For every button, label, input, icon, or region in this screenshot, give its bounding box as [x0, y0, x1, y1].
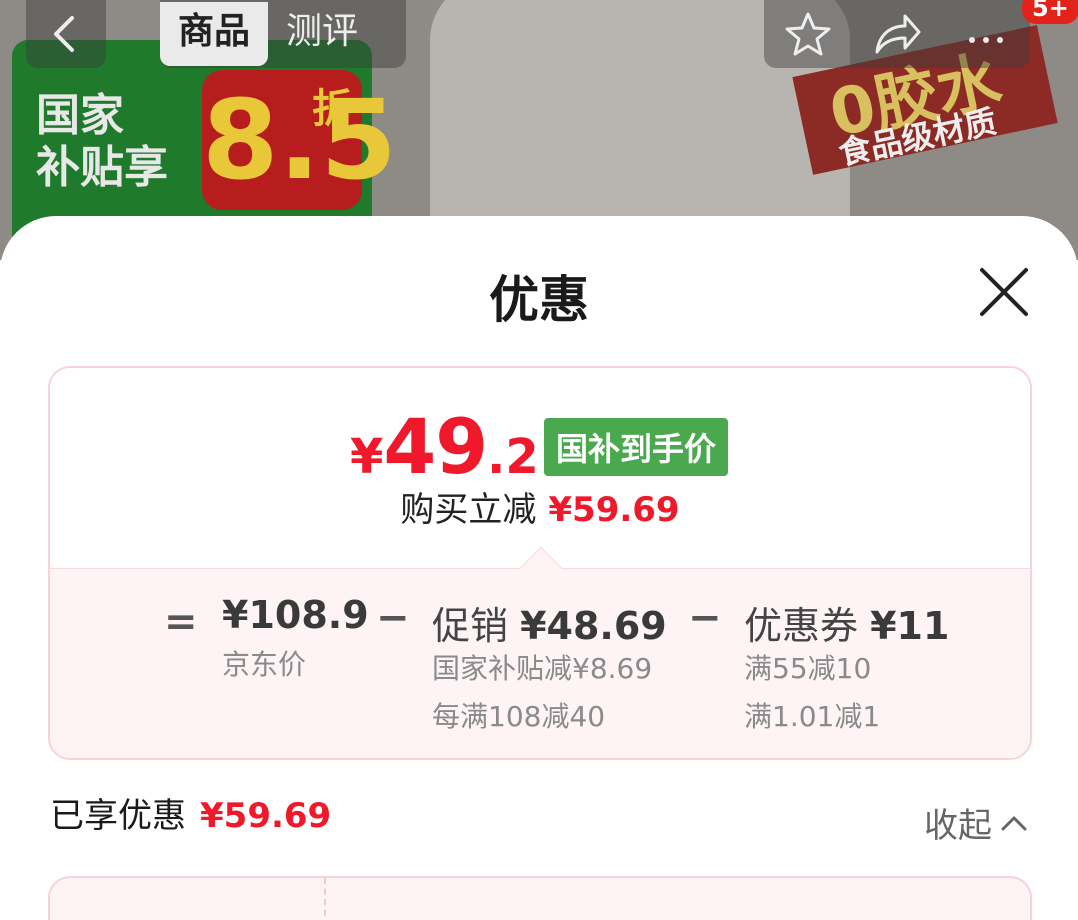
discount-sheet: 优惠 ¥49.21 国补到手价 购买立减 ¥59.69 = ¥108.9 京东价 …: [0, 216, 1078, 920]
price-breakdown-card: ¥49.21 国补到手价 购买立减 ¥59.69 = ¥108.9 京东价 − 促…: [48, 366, 1032, 760]
instant-reduction: 购买立减 ¥59.69: [50, 482, 1030, 531]
coupon-item: 满1.01减1: [744, 700, 881, 733]
minus-sign-2: −: [688, 595, 722, 641]
formula-section: = ¥108.9 京东价 − 促销 ¥48.69 国家补贴减¥8.69 每满10…: [50, 546, 1030, 758]
equals-sign: =: [164, 599, 198, 645]
coupon-list-card[interactable]: [48, 876, 1032, 920]
collapse-label: 收起: [924, 806, 992, 846]
nav-tabs: 商品 测评: [160, 0, 406, 68]
back-icon: [54, 16, 74, 52]
enjoyed-discount-label: 已享优惠: [50, 796, 186, 836]
coupon-label: 优惠券: [744, 604, 859, 648]
final-price-section: ¥49.21 国补到手价 购买立减 ¥59.69: [50, 368, 1030, 568]
tab-product[interactable]: 商品: [160, 2, 269, 66]
promo-value: ¥48.69: [520, 604, 667, 648]
collapse-button[interactable]: 收起: [924, 798, 1028, 847]
coupon-divider: [324, 878, 326, 920]
promo-total: 促销 ¥48.69: [432, 595, 667, 650]
share-icon[interactable]: [871, 10, 923, 58]
coupon-total: 优惠券 ¥11: [744, 595, 949, 650]
subsidy-price-badge: 国补到手价: [544, 418, 729, 476]
final-price-integer: 49: [383, 402, 488, 491]
enjoyed-discount: 已享优惠 ¥59.69: [50, 788, 331, 837]
coupon-value: ¥11: [870, 604, 950, 648]
notification-badge: 5+: [1022, 0, 1078, 24]
subsidy-ad-text: 国家 补贴享: [36, 90, 168, 193]
star-icon[interactable]: [784, 10, 832, 58]
instant-reduction-amount: ¥59.69: [548, 490, 680, 530]
minus-sign-1: −: [376, 595, 410, 641]
promo-label: 促销: [432, 604, 509, 648]
enjoyed-discount-amount: ¥59.69: [200, 796, 332, 836]
coupon-item: 满55减10: [744, 652, 872, 685]
sheet-title: 优惠: [489, 271, 589, 329]
tab-review[interactable]: 测评: [268, 2, 376, 66]
instant-reduction-label: 购买立减: [400, 490, 537, 530]
jd-price-label: 京东价: [222, 648, 307, 681]
final-price: ¥49.21: [350, 402, 572, 491]
close-icon[interactable]: [976, 264, 1032, 320]
more-icon[interactable]: [962, 10, 1010, 58]
promo-item: 每满108减40: [432, 700, 606, 733]
subsidy-ad-unit: 折: [312, 86, 352, 132]
back-button[interactable]: [26, 0, 106, 68]
jd-price-value: ¥108.9: [222, 593, 369, 637]
final-price-currency: ¥: [350, 429, 384, 485]
chevron-up-icon: [1001, 816, 1027, 830]
nav-actions: [764, 0, 1030, 68]
promo-item: 国家补贴减¥8.69: [432, 652, 653, 685]
jd-price-amount: ¥108.9: [222, 593, 369, 637]
